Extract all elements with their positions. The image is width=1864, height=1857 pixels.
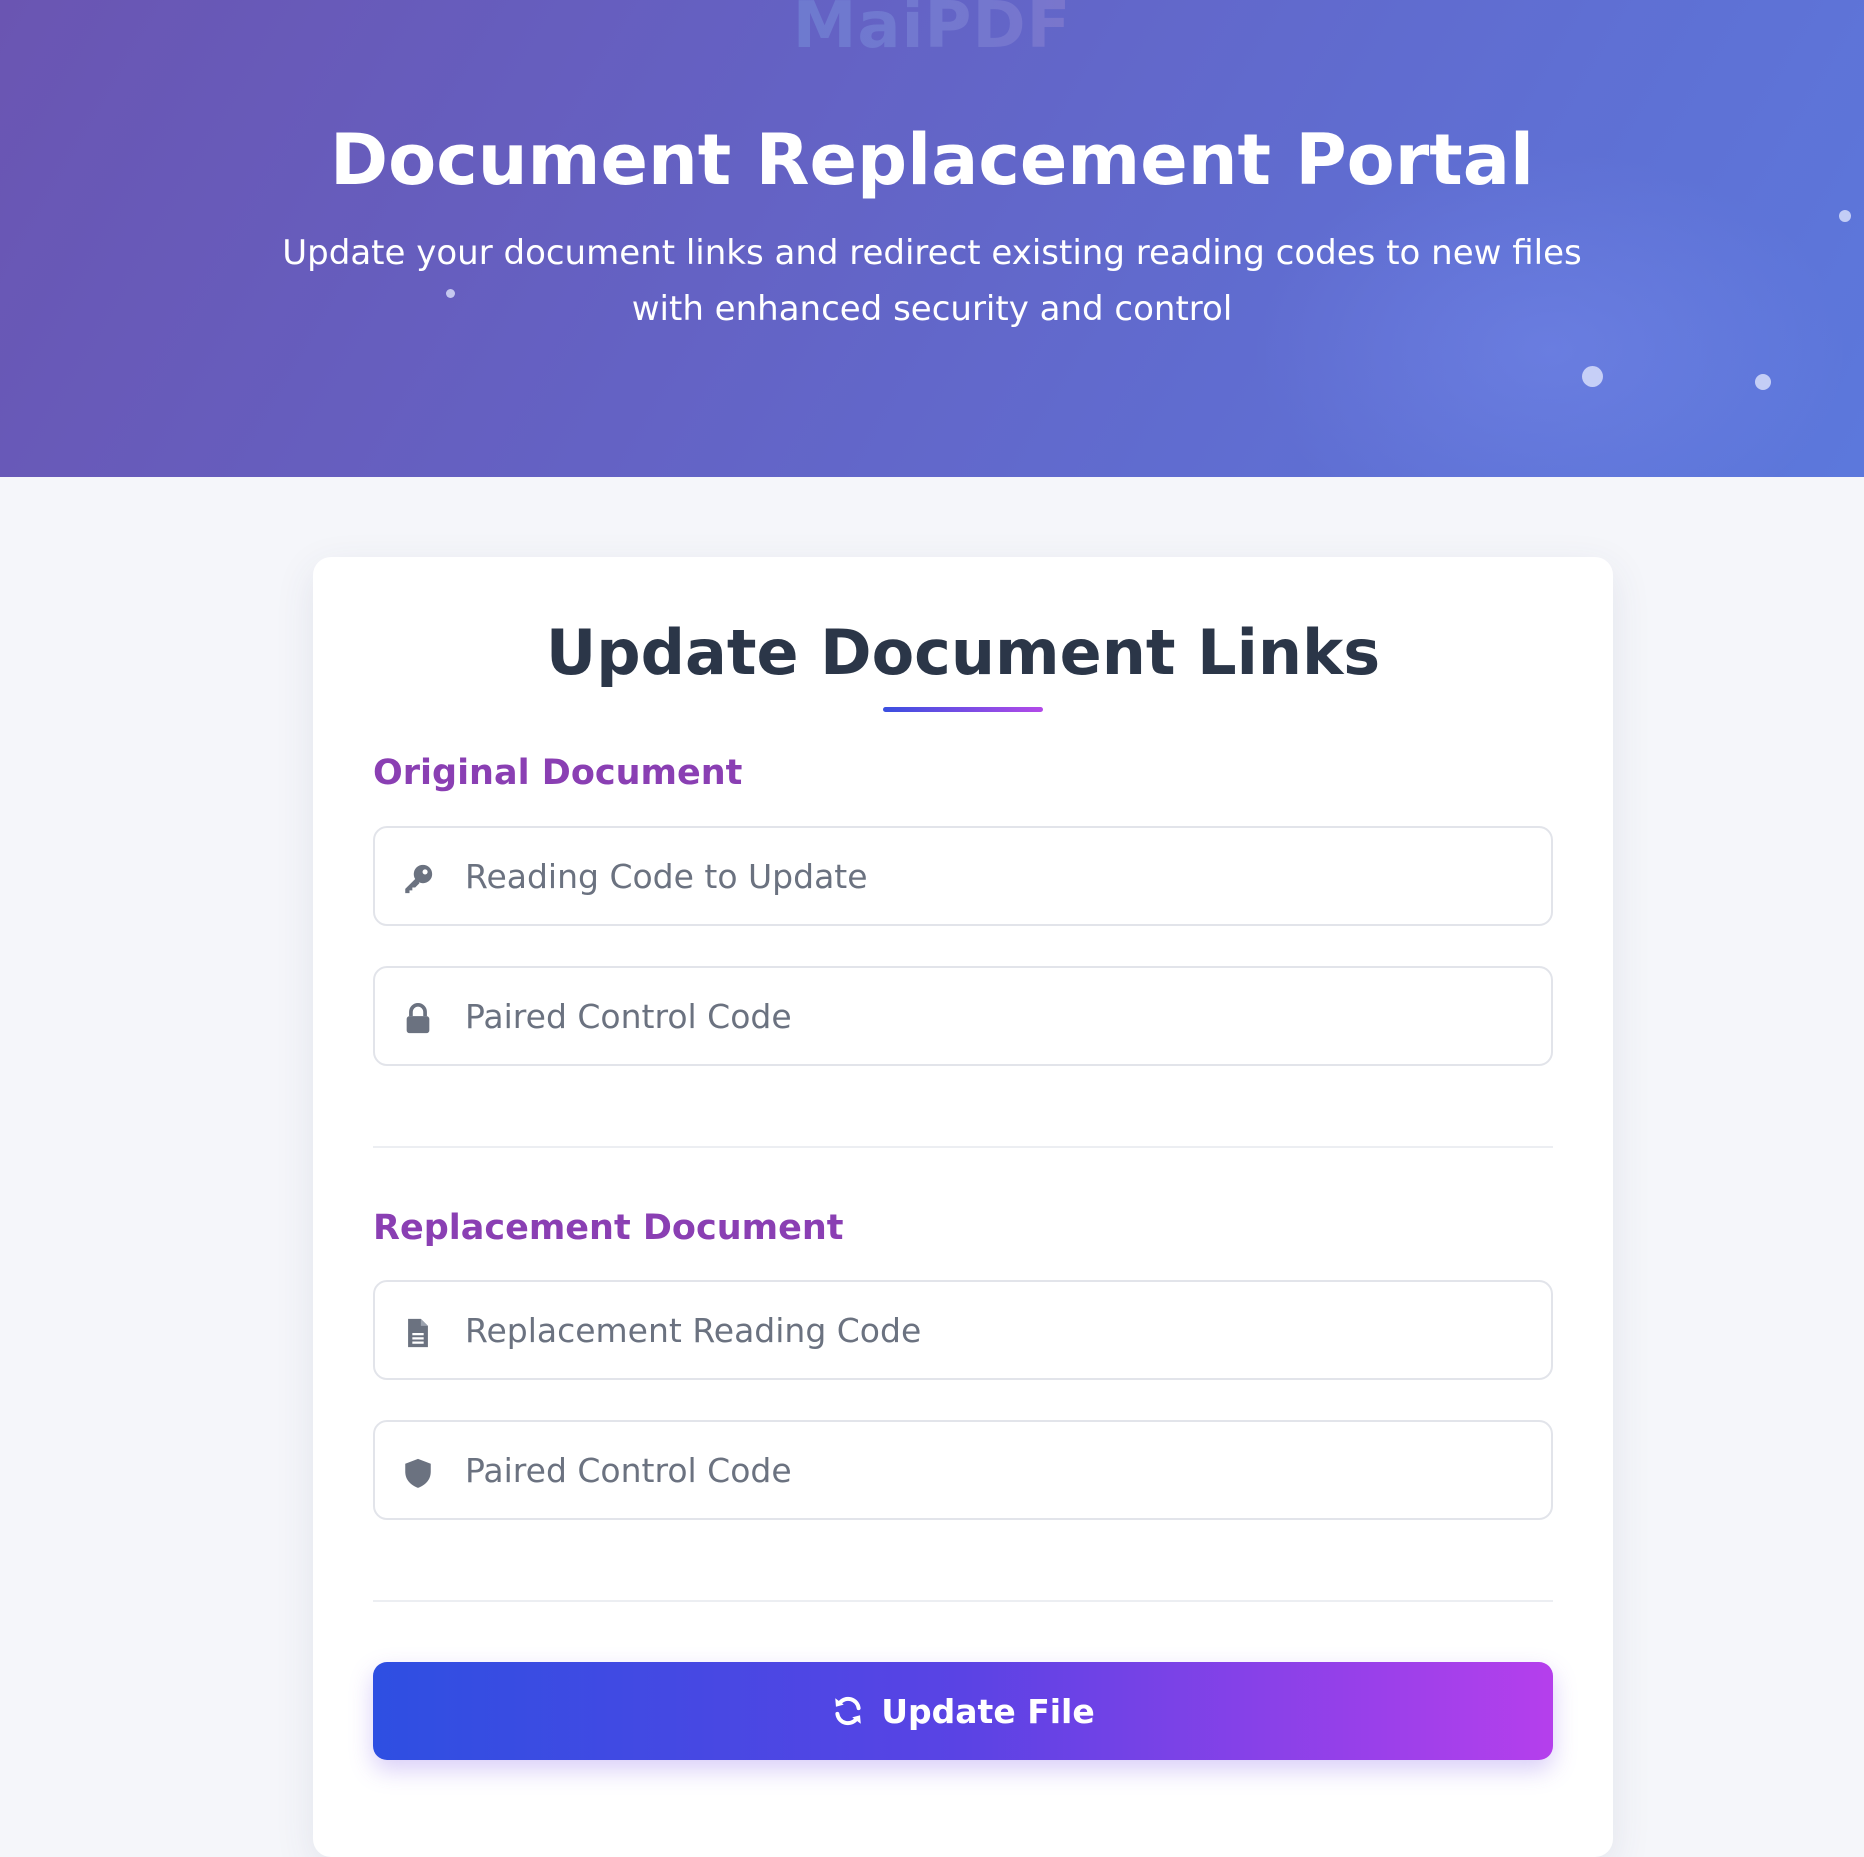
original-document-heading: Original Document	[373, 753, 743, 793]
hero-banner: MaiPDF Document Replacement Portal Updat…	[0, 0, 1864, 477]
original-reading-code-field[interactable]	[373, 826, 1553, 926]
original-control-code-field[interactable]	[373, 966, 1553, 1066]
form-title: Update Document Links	[545, 616, 1381, 689]
replacement-document-heading: Replacement Document	[373, 1208, 844, 1248]
key-icon	[405, 864, 433, 894]
decorative-dot	[1755, 374, 1771, 390]
file-icon	[408, 1318, 428, 1348]
section-divider	[373, 1146, 1553, 1148]
title-underline	[883, 707, 1043, 712]
page-subtitle: Update your document links and redirect …	[282, 233, 1582, 329]
update-file-button[interactable]: Update File	[373, 1662, 1553, 1760]
shield-icon	[405, 1458, 431, 1488]
replacement-control-code-field[interactable]	[373, 1420, 1553, 1520]
original-reading-code-input[interactable]	[465, 828, 1535, 924]
replacement-control-code-input[interactable]	[465, 1422, 1535, 1518]
update-form-card: Update Document Links Original Document …	[313, 557, 1613, 1857]
brand-logo[interactable]: MaiPDF	[0, 0, 1864, 66]
lock-icon	[406, 1003, 430, 1034]
section-divider	[373, 1600, 1553, 1602]
decorative-dot	[1839, 210, 1851, 222]
original-control-code-input[interactable]	[465, 968, 1535, 1064]
refresh-icon	[835, 1696, 861, 1726]
decorative-dot	[1582, 366, 1603, 387]
update-file-label: Update File	[881, 1691, 1095, 1731]
replacement-reading-code-input[interactable]	[465, 1282, 1535, 1378]
page-title: Document Replacement Portal	[330, 119, 1534, 201]
replacement-reading-code-field[interactable]	[373, 1280, 1553, 1380]
